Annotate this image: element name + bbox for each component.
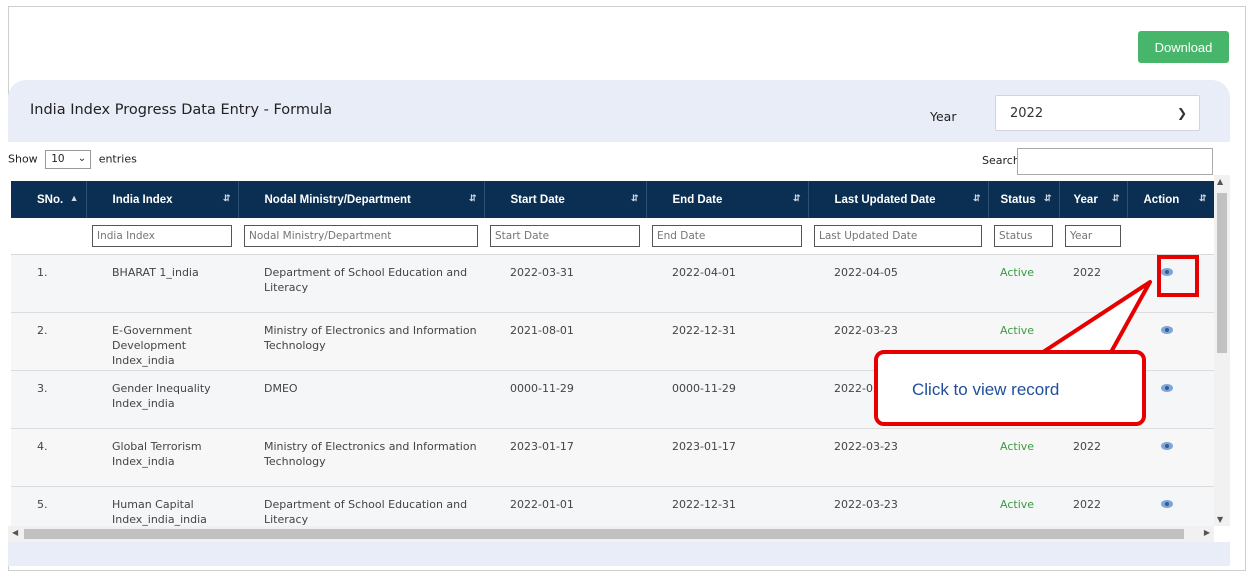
callout-pointer [1038,280,1152,356]
callout-text: Click to view record [912,380,1060,399]
